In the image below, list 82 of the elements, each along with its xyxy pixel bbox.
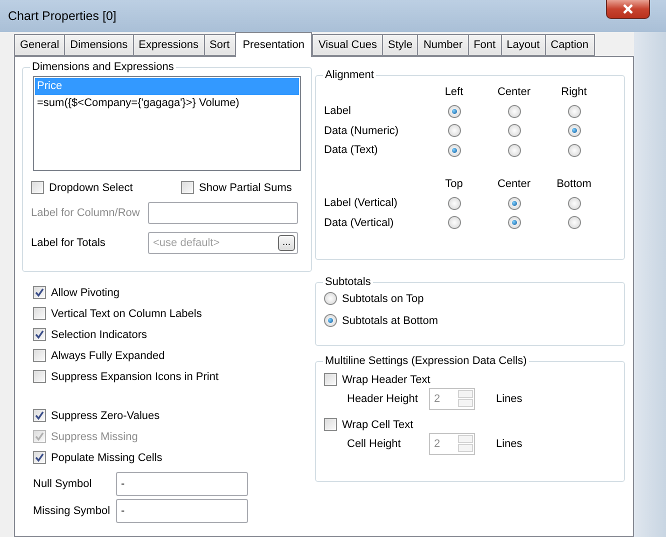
column-heading: Top bbox=[445, 178, 463, 190]
radio-button[interactable] bbox=[508, 144, 520, 157]
tab[interactable]: Dimensions bbox=[64, 34, 134, 56]
input-field[interactable]: - bbox=[116, 499, 248, 523]
row-label: Data (Numeric) bbox=[324, 124, 400, 137]
checkbox[interactable] bbox=[33, 370, 46, 383]
close-icon bbox=[622, 4, 634, 14]
checkbox-label: Show Partial Sums bbox=[199, 182, 292, 194]
radio-button[interactable] bbox=[508, 104, 520, 118]
row-label: Data (Text) bbox=[324, 144, 379, 156]
checkbox[interactable] bbox=[181, 181, 194, 194]
radio-button[interactable] bbox=[568, 196, 580, 210]
tab[interactable]: Font bbox=[468, 34, 502, 56]
list-box[interactable]: Price =sum({$<Company={'gagaga'}>} Volume) bbox=[33, 76, 301, 171]
column-heading: Center bbox=[497, 178, 531, 190]
checkbox[interactable] bbox=[33, 286, 46, 299]
checkbox[interactable] bbox=[33, 307, 46, 320]
checkbox-label: Wrap Cell Text bbox=[342, 418, 414, 430]
checkbox-label: Suppress Zero-Values bbox=[51, 410, 160, 422]
tab[interactable]: Layout bbox=[500, 34, 546, 56]
tab[interactable]: Presentation bbox=[234, 32, 312, 57]
input-field[interactable]: - bbox=[116, 472, 248, 496]
radio-button[interactable] bbox=[508, 216, 520, 230]
column-heading: Bottom bbox=[556, 178, 592, 190]
radio-button[interactable] bbox=[448, 104, 460, 118]
checkbox[interactable] bbox=[33, 409, 46, 422]
radio-button[interactable] bbox=[568, 104, 580, 118]
tab[interactable]: Caption bbox=[544, 34, 595, 56]
checkbox-label: Dropdown Select bbox=[49, 182, 133, 194]
radio-label: Subtotals on Top bbox=[342, 292, 424, 304]
tab[interactable]: Style bbox=[382, 34, 418, 56]
tab[interactable]: Sort bbox=[204, 34, 236, 56]
radio-button[interactable] bbox=[508, 124, 520, 138]
row-label: Label (Vertical) bbox=[324, 197, 398, 210]
row-label: Data (Vertical) bbox=[324, 216, 395, 229]
list-item[interactable]: =sum({$<Company={'gagaga'}>} Volume) bbox=[35, 95, 299, 112]
unit-label: Lines bbox=[496, 438, 522, 450]
radio-button[interactable] bbox=[508, 196, 520, 210]
radio-button[interactable] bbox=[568, 216, 580, 230]
field-label: Missing Symbol bbox=[33, 505, 112, 517]
checkbox[interactable] bbox=[33, 451, 46, 464]
tab[interactable]: General bbox=[14, 34, 66, 56]
close-button[interactable] bbox=[606, 0, 650, 19]
checkbox[interactable] bbox=[33, 349, 46, 362]
row-label: Label bbox=[324, 105, 352, 118]
column-heading: Right bbox=[561, 86, 587, 98]
checkbox-label: Always Fully Expanded bbox=[51, 350, 165, 362]
checkbox-label: Populate Missing Cells bbox=[51, 452, 162, 464]
tab[interactable]: Visual Cues bbox=[312, 34, 383, 56]
tab[interactable]: Number bbox=[417, 34, 469, 56]
radio-button[interactable] bbox=[448, 144, 460, 157]
field-label: Cell Height bbox=[347, 438, 402, 450]
group-title: Subtotals bbox=[324, 276, 372, 288]
radio-button[interactable] bbox=[324, 292, 337, 305]
checkbox-label: Selection Indicators bbox=[51, 328, 147, 340]
group-title: Dimensions and Expressions bbox=[31, 61, 175, 73]
field-label: Header Height bbox=[347, 393, 419, 405]
column-heading: Center bbox=[497, 86, 531, 98]
radio-button[interactable] bbox=[448, 124, 460, 138]
group-title: Multiline Settings (Expression Data Cells) bbox=[324, 355, 528, 367]
radio-label: Subtotals at Bottom bbox=[342, 314, 438, 326]
checkbox-label: Vertical Text on Column Labels bbox=[51, 308, 202, 320]
field-label: Null Symbol bbox=[33, 478, 93, 490]
checkbox-label: Allow Pivoting bbox=[51, 286, 120, 298]
browse-button[interactable]: ... bbox=[278, 235, 295, 251]
radio-button[interactable] bbox=[568, 144, 580, 157]
unit-label: Lines bbox=[496, 393, 522, 405]
radio-button[interactable] bbox=[448, 196, 460, 210]
checkbox-label: Suppress Missing bbox=[51, 430, 138, 442]
checkbox[interactable] bbox=[33, 328, 46, 341]
column-heading: Left bbox=[444, 86, 464, 98]
checkbox-label: Suppress Expansion Icons in Print bbox=[51, 370, 219, 382]
radio-button[interactable] bbox=[324, 314, 337, 327]
group-title: Alignment bbox=[324, 69, 375, 81]
checkbox[interactable] bbox=[31, 181, 44, 194]
window-title: Chart Properties [0] bbox=[8, 9, 116, 23]
radio-button[interactable] bbox=[448, 216, 460, 230]
field-label: Label for Totals bbox=[31, 237, 106, 249]
field-label: Label for Column/Row bbox=[31, 207, 141, 219]
tab[interactable]: Expressions bbox=[132, 34, 205, 56]
radio-button[interactable] bbox=[568, 124, 580, 138]
checkbox-label: Wrap Header Text bbox=[342, 374, 430, 386]
